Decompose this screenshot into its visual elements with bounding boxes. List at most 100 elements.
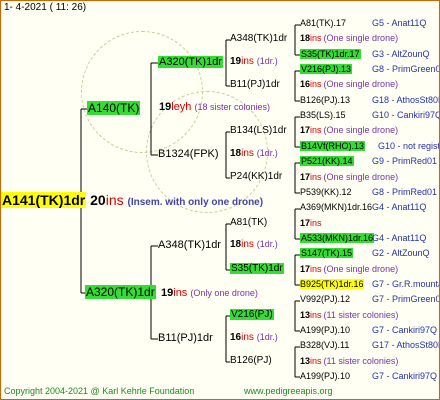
gen5-queen-label: P539(KK).12 bbox=[300, 187, 352, 197]
gen3-a-info: 19ins (1dr.) bbox=[230, 57, 278, 67]
gen5-num: 17 bbox=[300, 125, 311, 135]
gen3-b[interactable]: B1324(FPK) bbox=[158, 149, 219, 160]
root-queen-note: (Insem. with only one drone) bbox=[127, 197, 264, 208]
gen5-queen-label: A533(MKN)1dr.16 bbox=[300, 233, 375, 243]
gen3-c-info: 18ins (1dr.) bbox=[230, 240, 278, 250]
gen5-queen-label: A81(TK).17 bbox=[300, 18, 347, 28]
gen5-queen-row[interactable]: B925(TK)1dr.16 G7 - Gr.R.mounta bbox=[300, 279, 439, 289]
gen5-queen-row[interactable]: A369(MKN)1dr.16 G4 - Anat11Q bbox=[300, 203, 426, 212]
gen5-queen-row[interactable]: P521(KK).14 G9 - PrimRed01 bbox=[300, 156, 437, 166]
gen5-queen-code: G18 - AthosSt80R bbox=[372, 95, 440, 105]
report-date: 1- 4-2021 ( 11: 26) bbox=[4, 2, 87, 13]
gen3-c-note: (1dr.) bbox=[256, 239, 278, 249]
gen3-c-label: A348(TK)1dr bbox=[158, 239, 221, 251]
gen5-ins: ins bbox=[310, 172, 322, 182]
gen5-info-row: 13ins (11 sister colonies) bbox=[300, 357, 398, 366]
gen3-b-info: 18ins (1dr.) bbox=[230, 149, 278, 159]
gen5-ins: ins bbox=[310, 310, 322, 320]
gen4-d2-label: B126(PJ) bbox=[230, 355, 272, 366]
gen5-queen-row[interactable]: V992(PJ).12 G7 - PrimGreen00 bbox=[300, 295, 439, 304]
gen4-c1[interactable]: A81(TK) bbox=[230, 218, 267, 228]
root-queen-num: 20 bbox=[90, 192, 106, 208]
gen3-d[interactable]: B11(PJ)1dr bbox=[158, 333, 213, 344]
gen5-queen-row[interactable]: B35(LS).15 G10 - Cankiri97Q bbox=[300, 111, 439, 120]
gen5-queen-label: V216(PJ).13 bbox=[300, 64, 353, 74]
gen2-top-label: A140(TK) bbox=[87, 101, 141, 115]
gen5-queen-row[interactable]: P539(KK).12 G8 - PrimRed01 bbox=[300, 187, 437, 197]
gen5-queen-row[interactable]: V216(PJ).13 G8 - PrimGreen00 bbox=[300, 64, 439, 74]
pedigree-chart: 1- 4-2021 ( 11: 26) A141(TK)1dr 20ins (I… bbox=[0, 0, 440, 400]
gen5-queen-row[interactable]: S147(TK).15 G2 - AltZounQ bbox=[300, 248, 430, 258]
gen3-d-info: 16ins (1dr.) bbox=[230, 333, 278, 343]
gen5-queen-code: G10 - Cankiri97Q bbox=[372, 110, 440, 120]
gen2-bottom-label: A320(TK)1dr bbox=[85, 285, 156, 299]
gen4-d1[interactable]: V216(PJ) bbox=[230, 309, 274, 320]
gen5-queen-row[interactable]: B14Vf(RHO).13 G10 - not registe bbox=[300, 141, 439, 151]
gen4-d2[interactable]: B126(PJ) bbox=[230, 356, 272, 366]
gen5-queen-label: S35(TK)1dr.17 bbox=[300, 49, 361, 59]
gen2-bottom-info: 19ins (Only one drone) bbox=[161, 288, 258, 299]
gen2-top[interactable]: A140(TK) bbox=[87, 101, 141, 115]
gen5-ins: ins bbox=[310, 79, 322, 89]
gen5-queen-code: G4 - Anat11Q bbox=[372, 202, 427, 212]
gen5-queen-code: G5 - Anat11Q bbox=[372, 18, 427, 28]
gen4-d1-label: V216(PJ) bbox=[230, 309, 274, 320]
gen3-a[interactable]: A320(TK)1dr bbox=[158, 56, 223, 68]
gen5-queen-code: G8 - PrimGreen00 bbox=[372, 64, 440, 74]
gen5-info-row: 17ins bbox=[300, 219, 324, 228]
gen4-b1-label: B134(LS)1dr bbox=[230, 125, 287, 136]
gen3-d-note: (1dr.) bbox=[256, 332, 278, 342]
gen4-a1-label: A348(TK)1dr bbox=[230, 33, 288, 44]
gen5-note: (One single drone) bbox=[323, 33, 399, 43]
gen4-b2-label: P24(KK)1dr bbox=[230, 171, 283, 182]
gen5-queen-row[interactable]: A533(MKN)1dr.16 G4 - Anat11Q bbox=[300, 233, 426, 243]
gen5-num: 17 bbox=[300, 264, 311, 274]
gen3-b-note: (1dr.) bbox=[256, 148, 278, 158]
gen5-queen-row[interactable]: A81(TK).17 G5 - Anat11Q bbox=[300, 18, 426, 28]
gen5-num: 16 bbox=[300, 79, 311, 89]
gen5-num: 13 bbox=[300, 356, 311, 366]
gen4-a1[interactable]: A348(TK)1dr bbox=[230, 34, 287, 44]
root-queen[interactable]: A141(TK)1dr 20ins (Insem. with only one … bbox=[1, 192, 264, 208]
gen2-bottom-note: (Only one drone) bbox=[190, 288, 258, 298]
gen5-queen-code: G9 - PrimRed01 bbox=[372, 156, 438, 166]
gen5-queen-row[interactable]: S35(TK)1dr.17 G3 - AltZounQ bbox=[300, 49, 430, 59]
gen5-info-row: 18ins (One single drone) bbox=[300, 34, 398, 43]
gen3-c-ins: ins bbox=[241, 239, 254, 250]
gen5-queen-code: G8 - PrimRed01 bbox=[372, 187, 438, 197]
gen2-bottom-num: 19 bbox=[161, 287, 174, 299]
gen5-info-row: 17ins (One single drone) bbox=[300, 173, 398, 182]
gen3-b-num: 18 bbox=[230, 148, 242, 159]
gen5-note: (11 sister colonies) bbox=[323, 310, 399, 320]
gen4-b2[interactable]: P24(KK)1dr bbox=[230, 172, 282, 182]
gen4-c2[interactable]: S35(TK)1dr bbox=[230, 263, 284, 274]
gen5-queen-row[interactable]: B328(VJ).11 G17 - AthosSt80R bbox=[300, 341, 439, 350]
gen4-b1[interactable]: B134(LS)1dr bbox=[230, 126, 287, 136]
root-queen-label: A141(TK)1dr bbox=[1, 192, 87, 208]
gen2-bottom[interactable]: A320(TK)1dr bbox=[85, 285, 156, 299]
gen5-queen-row[interactable]: A199(PJ).10 G7 - Cankiri97Q bbox=[300, 372, 437, 381]
root-queen-ins: ins bbox=[105, 192, 124, 208]
footer-url[interactable]: www.pedigreeapis.org bbox=[244, 387, 333, 396]
gen2-top-ins: leyh bbox=[171, 101, 192, 113]
gen5-info-row: 13ins (11 sister colonies) bbox=[300, 311, 398, 320]
gen5-info-row: 17ins (One single drone) bbox=[300, 126, 398, 135]
gen5-queen-code: G3 - AltZounQ bbox=[372, 49, 430, 59]
gen5-num: 17 bbox=[300, 172, 311, 182]
gen3-b-label: B1324(FPK) bbox=[158, 148, 219, 160]
gen3-a-note: (1dr.) bbox=[256, 56, 278, 66]
gen5-queen-code: G17 - AthosSt80R bbox=[372, 340, 440, 350]
gen5-queen-label: A199(PJ).10 bbox=[300, 325, 351, 335]
gen3-b-ins: ins bbox=[241, 148, 254, 159]
gen3-d-ins: ins bbox=[241, 332, 254, 343]
gen5-ins: ins bbox=[310, 264, 322, 274]
gen3-a-label: A320(TK)1dr bbox=[158, 56, 223, 68]
gen4-a2[interactable]: B11(PJ)1dr bbox=[230, 80, 280, 90]
gen5-queen-row[interactable]: A199(PJ).10 G7 - Cankiri97Q bbox=[300, 325, 437, 335]
gen5-queen-row[interactable]: B126(PJ).13 G18 - AthosSt80R bbox=[300, 96, 439, 105]
gen3-c[interactable]: A348(TK)1dr bbox=[158, 240, 221, 251]
gen5-note: (One single drone) bbox=[323, 264, 399, 274]
gen5-info-row: 17ins (One single drone) bbox=[300, 265, 398, 274]
gen5-ins: ins bbox=[310, 218, 322, 228]
gen5-queen-code: G7 - Cankiri97Q bbox=[372, 325, 438, 335]
